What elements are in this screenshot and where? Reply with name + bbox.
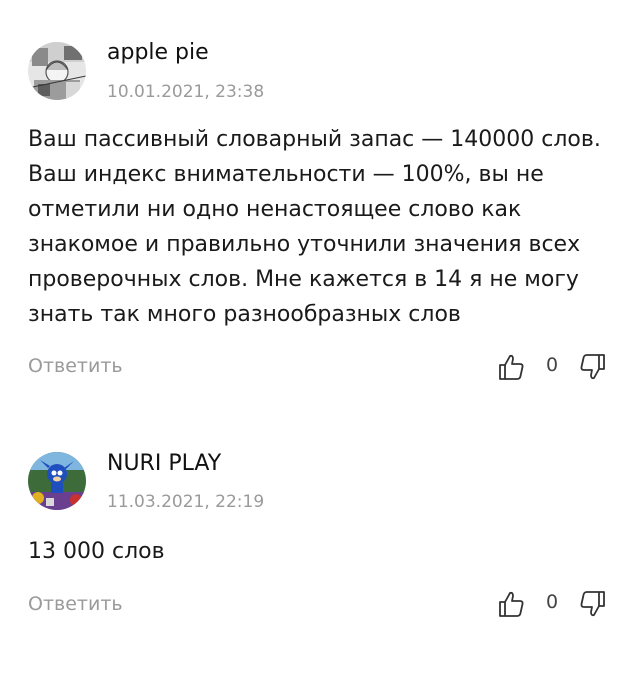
avatar[interactable] — [28, 42, 86, 100]
vote-controls: 0 — [496, 352, 608, 382]
vote-count: 0 — [545, 354, 559, 376]
comment: apple pie 10.01.2021, 23:38 Ваш пассивны… — [0, 0, 640, 420]
comment-author[interactable]: NURI PLAY — [107, 451, 221, 476]
thumbs-up-icon[interactable] — [496, 589, 526, 619]
comment-timestamp: 10.01.2021, 23:38 — [107, 82, 265, 102]
thumbs-down-icon[interactable] — [578, 589, 608, 619]
comment-timestamp: 11.03.2021, 22:19 — [107, 492, 265, 512]
reply-button[interactable]: Ответить — [28, 355, 123, 377]
avatar[interactable] — [28, 452, 86, 510]
vote-count: 0 — [545, 591, 559, 613]
comment-author[interactable]: apple pie — [107, 40, 209, 65]
thumbs-down-icon[interactable] — [578, 352, 608, 382]
reply-button[interactable]: Ответить — [28, 593, 123, 615]
comment: NURI PLAY 11.03.2021, 22:19 13 000 слов … — [0, 430, 640, 696]
thumbs-up-icon[interactable] — [496, 352, 526, 382]
vote-controls: 0 — [496, 589, 608, 619]
comment-text: 13 000 слов — [28, 539, 165, 564]
comment-text: Ваш пассивный словарный запас — 140000 с… — [28, 127, 601, 327]
